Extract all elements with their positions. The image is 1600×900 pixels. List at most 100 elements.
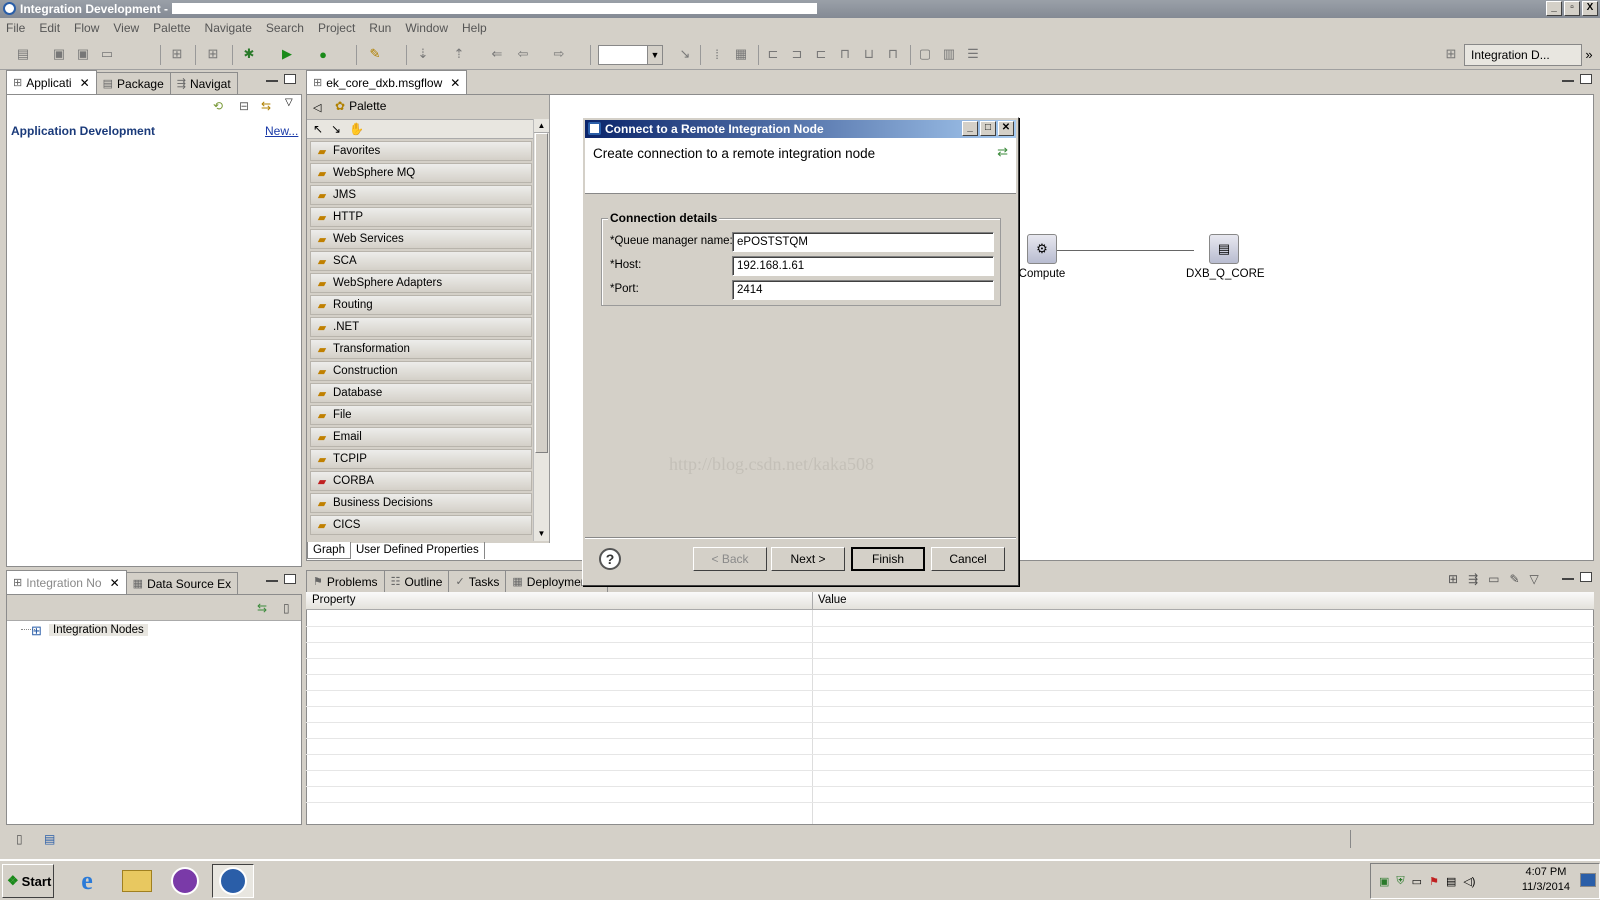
minimize-view-icon[interactable] bbox=[266, 79, 278, 82]
perspective-switcher[interactable]: Integration D... bbox=[1464, 44, 1582, 66]
select-tool-icon[interactable]: ↖ bbox=[313, 122, 323, 136]
palette-scrollbar[interactable]: ▲ ▼ bbox=[533, 119, 549, 541]
tab-msgflow[interactable]: ⊞ ek_core_dxb.msgflow ✕ bbox=[306, 70, 468, 94]
palette-item-sca[interactable]: ▰ SCA bbox=[310, 251, 532, 271]
palette-item-http[interactable]: ▰ HTTP bbox=[310, 207, 532, 227]
tab-integration-nodes[interactable]: ⊞ Integration No ✕ bbox=[6, 570, 127, 594]
menu-search[interactable]: Search bbox=[266, 21, 304, 35]
tray-monitor-icon[interactable]: ▭ bbox=[1412, 875, 1422, 888]
connection-tool-icon[interactable]: ↘ bbox=[331, 122, 341, 136]
menu-palette[interactable]: Palette bbox=[153, 21, 190, 35]
tab-problems[interactable]: ⚑ Problems bbox=[306, 570, 385, 592]
hierarchy-icon[interactable]: ⊞ bbox=[204, 45, 222, 63]
close-icon[interactable]: ✕ bbox=[450, 76, 460, 90]
palette-item-favorites[interactable]: ▰ Favorites bbox=[310, 141, 532, 161]
close-button[interactable]: X bbox=[1582, 1, 1598, 16]
next-button[interactable]: Next > bbox=[771, 547, 845, 571]
toolbar-overflow[interactable]: » bbox=[1580, 45, 1598, 63]
column-property[interactable]: Property bbox=[312, 594, 355, 606]
next-annotation-icon[interactable]: ⇣ bbox=[414, 45, 432, 63]
tab-graph[interactable]: Graph bbox=[307, 542, 351, 559]
palette-item-websphere-mq[interactable]: ▰ WebSphere MQ bbox=[310, 163, 532, 183]
print-icon[interactable]: ▭ bbox=[98, 45, 116, 63]
view-menu-icon[interactable]: ▽ bbox=[1530, 572, 1539, 586]
forward-icon[interactable]: ⇨ bbox=[550, 45, 568, 63]
categories-icon[interactable]: ⊞ bbox=[1448, 572, 1458, 586]
grid-icon[interactable]: ⁞ bbox=[708, 45, 726, 63]
palette-item-jms[interactable]: ▰ JMS bbox=[310, 185, 532, 205]
internet-explorer-icon[interactable]: e bbox=[66, 864, 108, 898]
host-input[interactable]: 192.168.1.61 bbox=[732, 256, 994, 276]
menu-project[interactable]: Project bbox=[318, 21, 355, 35]
align-right-icon[interactable]: ⊏ bbox=[812, 45, 830, 63]
menu-window[interactable]: Window bbox=[405, 21, 448, 35]
run-icon[interactable]: ▶ bbox=[278, 45, 296, 63]
clock[interactable]: 4:07 PM 11/3/2014 bbox=[1522, 865, 1570, 895]
show-desktop-icon[interactable] bbox=[1580, 873, 1596, 887]
align-left-icon[interactable]: ⊏ bbox=[764, 45, 782, 63]
snap-grid-icon[interactable]: ▦ bbox=[732, 45, 750, 63]
dialog-close-button[interactable]: ✕ bbox=[998, 121, 1014, 136]
tab-outline[interactable]: ☷ Outline bbox=[383, 570, 450, 592]
network-icon[interactable]: ▤ bbox=[1446, 875, 1456, 888]
tab-navigator[interactable]: ⇶ Navigat bbox=[169, 72, 238, 94]
minimize-editor-icon[interactable] bbox=[1562, 79, 1574, 82]
file-explorer-icon[interactable] bbox=[116, 864, 158, 898]
menu-run[interactable]: Run bbox=[369, 21, 391, 35]
deploy-icon[interactable]: ⊞ bbox=[168, 45, 186, 63]
menu-file[interactable]: File bbox=[6, 21, 25, 35]
marquee-tool-icon[interactable]: ✋ bbox=[349, 122, 364, 136]
fast-view-icon[interactable]: ▯ bbox=[16, 832, 23, 846]
help-button[interactable]: ? bbox=[599, 548, 621, 570]
restore-default-icon[interactable]: ▭ bbox=[1488, 572, 1499, 586]
zoom-combo[interactable]: ▼ bbox=[598, 45, 663, 65]
sync-icon[interactable]: ⟲ bbox=[213, 99, 223, 113]
layout-icon[interactable]: ☰ bbox=[964, 45, 982, 63]
advanced-icon[interactable]: ⇶ bbox=[1468, 572, 1478, 586]
new-icon[interactable]: ▤ bbox=[14, 45, 32, 63]
view-menu-icon[interactable]: ▽ bbox=[285, 97, 293, 108]
connect-node-icon[interactable]: ⇆ bbox=[257, 601, 267, 615]
node-compute[interactable]: ⚙ Compute bbox=[1010, 234, 1074, 280]
palette-collapse-icon[interactable]: ◁ bbox=[313, 101, 321, 114]
cancel-button[interactable]: Cancel bbox=[931, 547, 1005, 571]
close-icon[interactable]: ✕ bbox=[80, 76, 90, 90]
minimize-button[interactable]: _ bbox=[1546, 1, 1562, 16]
palette-item-business-decisions[interactable]: ▰ Business Decisions bbox=[310, 493, 532, 513]
menu-edit[interactable]: Edit bbox=[39, 21, 60, 35]
column-value[interactable]: Value bbox=[818, 594, 847, 606]
chevron-down-icon[interactable]: ▼ bbox=[647, 46, 662, 64]
align-top-icon[interactable]: ⊓ bbox=[836, 45, 854, 63]
collapse-all-icon[interactable]: ⊟ bbox=[239, 99, 249, 113]
node-dxb-q-core[interactable]: ▤ DXB_Q_CORE bbox=[1186, 234, 1265, 280]
tab-data-source-explorer[interactable]: ▦ Data Source Ex bbox=[125, 572, 239, 594]
save-icon[interactable]: ▣ bbox=[50, 45, 68, 63]
dialog-maximize-button[interactable]: □ bbox=[980, 121, 996, 136]
tab-application-development[interactable]: ⊞ Applicati ✕ bbox=[6, 70, 97, 94]
maximize-editor-icon[interactable] bbox=[1580, 74, 1592, 84]
palette-item-corba[interactable]: ▰ CORBA bbox=[310, 471, 532, 491]
connect-icon[interactable]: ↘ bbox=[676, 45, 694, 63]
maximize-view-icon[interactable] bbox=[284, 74, 296, 84]
start-button[interactable]: ❖ Start bbox=[2, 864, 54, 898]
maximize-view-icon[interactable] bbox=[284, 574, 296, 584]
maximize-button[interactable]: ▫ bbox=[1564, 1, 1580, 16]
palette-item-construction[interactable]: ▰ Construction bbox=[310, 361, 532, 381]
palette-item-database[interactable]: ▰ Database bbox=[310, 383, 532, 403]
new-link[interactable]: New... bbox=[265, 124, 298, 138]
palette-item-tcpip[interactable]: ▰ TCPIP bbox=[310, 449, 532, 469]
minimize-view-icon[interactable] bbox=[266, 579, 278, 582]
port-input[interactable]: 2414 bbox=[732, 280, 994, 300]
palette-header[interactable]: ✿ Palette bbox=[335, 99, 386, 113]
window-title-bar[interactable]: Integration Development - _ ▫ X bbox=[0, 0, 1600, 18]
tab-tasks[interactable]: ✓ Tasks bbox=[448, 570, 507, 592]
dialog-minimize-button[interactable]: _ bbox=[962, 121, 978, 136]
palette-scroll-thumb[interactable] bbox=[535, 133, 548, 453]
link-editor-icon[interactable]: ⇆ bbox=[261, 99, 271, 113]
match-height-icon[interactable]: ▥ bbox=[940, 45, 958, 63]
menu-help[interactable]: Help bbox=[462, 21, 487, 35]
external-tools-icon[interactable]: ● bbox=[314, 45, 332, 63]
prev-annotation-icon[interactable]: ⇡ bbox=[450, 45, 468, 63]
palette-item-web-services[interactable]: ▰ Web Services bbox=[310, 229, 532, 249]
menu-flow[interactable]: Flow bbox=[74, 21, 99, 35]
